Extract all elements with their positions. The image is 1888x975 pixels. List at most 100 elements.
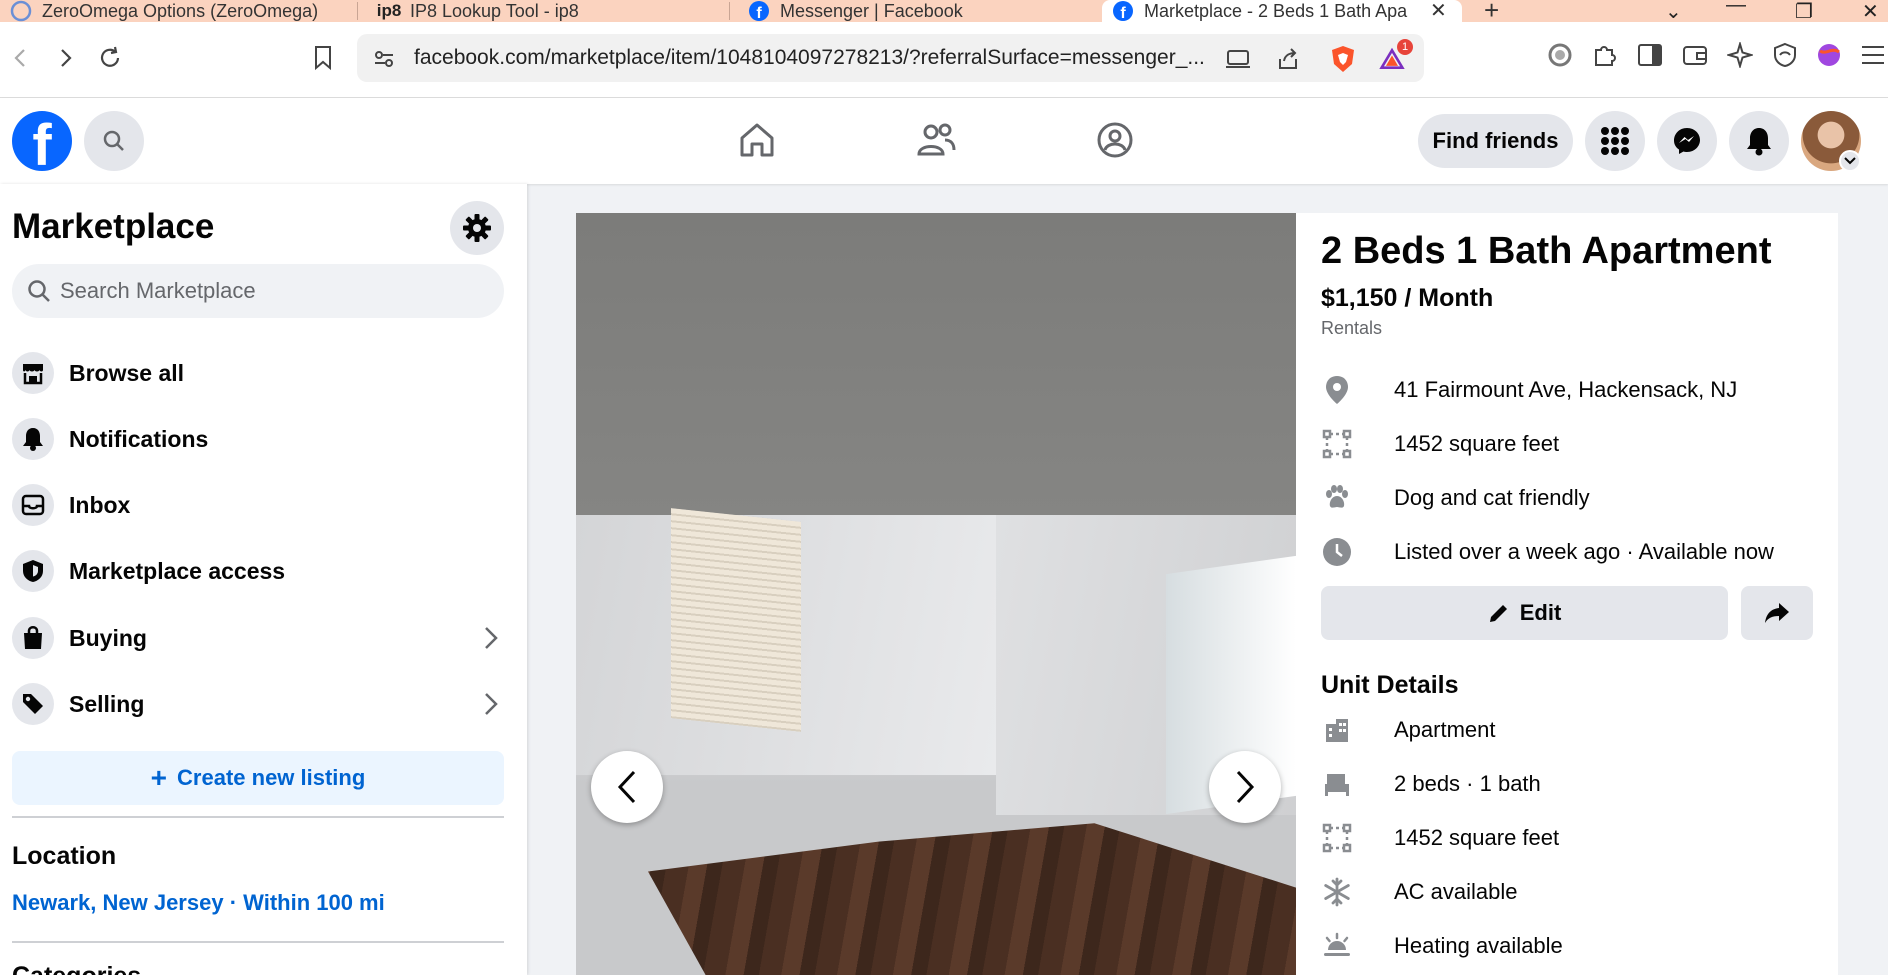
previous-photo-button[interactable] — [591, 751, 663, 823]
photo-window-blind — [671, 508, 801, 732]
sidebar-item-notifications[interactable]: Notifications — [0, 410, 515, 468]
extension-circle-icon[interactable] — [1545, 40, 1575, 70]
next-photo-button[interactable] — [1209, 751, 1281, 823]
tab-title: Messenger | Facebook — [780, 0, 963, 21]
tab-messenger[interactable]: f Messenger | Facebook — [738, 0, 1088, 22]
install-app-icon[interactable] — [1225, 46, 1251, 72]
sidebar-toggle-icon[interactable] — [1635, 40, 1665, 70]
address-bar[interactable]: facebook.com/marketplace/item/1048104097… — [357, 34, 1424, 82]
listing-photo[interactable] — [576, 213, 1296, 975]
site-settings-icon[interactable] — [371, 46, 397, 72]
unit-detail-text: 2 beds · 1 bath — [1394, 771, 1541, 796]
tab-title: IP8 Lookup Tool - ip8 — [410, 0, 579, 21]
extensions-puzzle-icon[interactable] — [1590, 40, 1620, 70]
browser-tab-strip: ZeroOmega Options (ZeroOmega) ip8 IP8 Lo… — [0, 0, 1888, 25]
forward-icon[interactable] — [47, 40, 83, 76]
location-pin-icon — [1321, 374, 1353, 406]
unit-detail-text: AC available — [1394, 879, 1518, 904]
sidebar-item-label: Browse all — [69, 359, 185, 386]
share-listing-button[interactable] — [1741, 586, 1813, 640]
sidebar-item-buying[interactable]: Buying — [0, 609, 515, 667]
listing-price: $1,150 / Month — [1321, 284, 1494, 312]
chevron-left-icon — [617, 770, 636, 804]
restore-icon[interactable]: ❐ — [1795, 0, 1813, 24]
bed-icon — [1321, 768, 1353, 800]
menu-hamburger-icon[interactable] — [1858, 40, 1888, 70]
price-tag-icon — [12, 683, 54, 725]
sidebar-item-inbox[interactable]: Inbox — [0, 476, 515, 534]
sidebar-item-label: Marketplace access — [69, 557, 286, 584]
square-footage-icon — [1321, 822, 1353, 854]
ip8-icon: ip8 — [376, 1, 402, 20]
create-new-listing-button[interactable]: + Create new listing — [12, 751, 504, 805]
find-friends-button[interactable]: Find friends — [1418, 114, 1573, 168]
chevron-right-icon — [480, 689, 502, 719]
friends-icon[interactable] — [914, 118, 958, 162]
sidebar-item-marketplace-access[interactable]: Marketplace access — [0, 542, 515, 600]
search-input[interactable] — [60, 264, 490, 318]
menu-button[interactable] — [1585, 111, 1645, 171]
search-icon — [103, 130, 124, 151]
location-heading: Location — [12, 842, 117, 870]
shield-icon — [12, 550, 54, 592]
share-page-icon[interactable] — [1275, 46, 1301, 72]
wallet-icon[interactable] — [1680, 40, 1710, 70]
profile-globe-icon[interactable] — [1814, 40, 1844, 70]
notifications-button[interactable] — [1729, 111, 1789, 171]
marketplace-settings-button[interactable] — [450, 201, 504, 255]
sidebar-item-selling[interactable]: Selling — [0, 675, 515, 733]
listing-details-panel: 2 Beds 1 Bath Apartment $1,150 / Month R… — [1296, 213, 1838, 975]
heat-icon — [1321, 930, 1353, 962]
listing-photo-image — [576, 508, 1296, 975]
sidebar-item-browse-all[interactable]: Browse all — [0, 344, 515, 402]
leo-ai-icon[interactable] — [1725, 40, 1755, 70]
tab-marketplace[interactable]: f Marketplace - 2 Beds 1 Bath Apa — [1102, 0, 1462, 22]
categories-heading: Categories — [12, 962, 141, 975]
sidebar-item-label: Selling — [69, 690, 145, 717]
rewards-badge: 1 — [1397, 39, 1413, 55]
tab-separator — [729, 2, 730, 20]
groups-icon[interactable] — [1093, 118, 1137, 162]
listing-fact-text: Dog and cat friendly — [1394, 485, 1590, 510]
listing-fact-text: 1452 square feet — [1394, 431, 1560, 456]
building-icon — [1321, 714, 1353, 746]
facebook-icon: f — [1112, 0, 1134, 22]
account-chevron-down-icon[interactable] — [1839, 150, 1861, 172]
create-listing-label: Create new listing — [177, 765, 366, 790]
minimize-icon[interactable]: — — [1726, 0, 1746, 17]
tab-zeroomega[interactable]: ZeroOmega Options (ZeroOmega) — [0, 0, 355, 22]
unit-details-heading: Unit Details — [1321, 671, 1459, 699]
unit-detail-text: 1452 square feet — [1394, 825, 1560, 850]
listing-category[interactable]: Rentals — [1321, 318, 1382, 339]
unit-detail-text: Apartment — [1394, 717, 1496, 742]
svg-text:f: f — [756, 5, 762, 22]
messenger-button[interactable] — [1657, 111, 1717, 171]
edit-listing-button[interactable]: Edit — [1321, 586, 1728, 640]
browser-toolbar: facebook.com/marketplace/item/1048104097… — [0, 22, 1888, 98]
svg-text:f: f — [1120, 5, 1126, 22]
location-link[interactable]: Newark, New Jersey · Within 100 mi — [12, 890, 385, 916]
reload-icon[interactable] — [92, 40, 128, 76]
marketplace-search-box[interactable] — [12, 264, 504, 318]
bell-icon — [12, 418, 54, 460]
bell-icon — [1747, 128, 1771, 156]
vpn-shield-icon[interactable] — [1770, 40, 1800, 70]
url-text[interactable]: facebook.com/marketplace/item/1048104097… — [414, 46, 1205, 70]
home-icon[interactable] — [735, 118, 779, 162]
brave-shields-icon[interactable] — [1330, 46, 1356, 72]
search-button[interactable] — [84, 111, 144, 171]
close-window-icon[interactable]: ✕ — [1862, 0, 1879, 24]
plus-icon: + — [150, 762, 168, 793]
tab-ip8[interactable]: ip8 IP8 Lookup Tool - ip8 — [368, 0, 728, 22]
unit-detail-text: Heating available — [1394, 933, 1563, 958]
listing-address[interactable]: 41 Fairmount Ave, Hackensack, NJ — [1394, 377, 1737, 403]
divider — [12, 941, 504, 943]
back-icon[interactable] — [3, 40, 39, 76]
close-tab-icon[interactable]: ✕ — [1430, 0, 1447, 23]
tab-title: ZeroOmega Options (ZeroOmega) — [42, 0, 319, 21]
sidebar-item-label: Notifications — [69, 425, 209, 452]
bookmark-icon[interactable] — [305, 40, 341, 76]
facebook-logo-icon[interactable]: f — [12, 111, 72, 171]
tab-search-chevron-icon[interactable]: ⌄ — [1665, 0, 1682, 24]
facebook-header: f Find friends — [0, 98, 1888, 184]
